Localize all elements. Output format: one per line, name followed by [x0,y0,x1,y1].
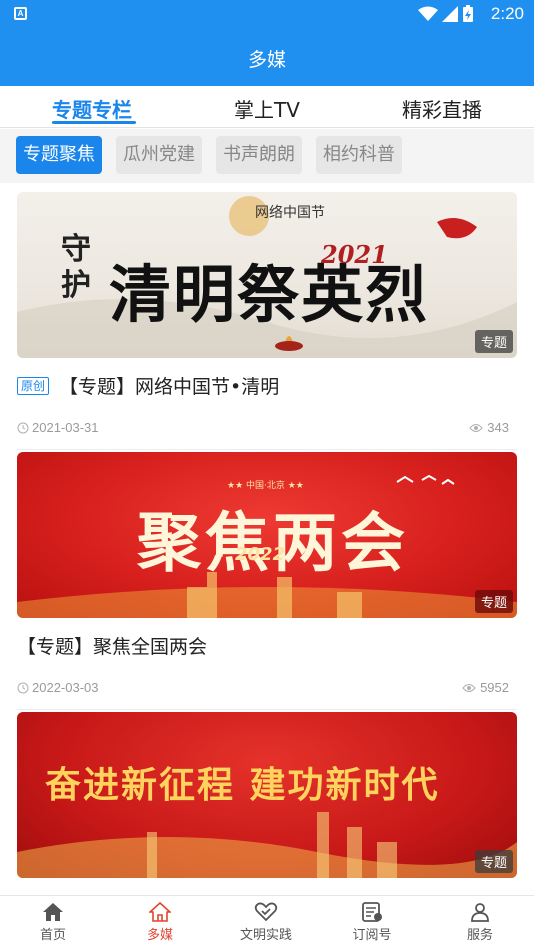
card-views: 5952 [480,680,509,695]
banner-main-text: 奋进新征程 建功新时代 [45,764,440,806]
nav-civilization-label: 文明实践 [239,928,292,943]
nav-home[interactable]: 首页 [13,902,93,943]
chip-science[interactable]: 相约科普 [316,136,402,174]
article-feed: 网络中国节 守护 清明祭英烈 2021 专题 原创 【专题】网络中国节•清明 2… [0,183,534,895]
card-banner[interactable]: 网络中国节 守护 清明祭英烈 2021 专题 [17,192,517,358]
tab-mobile-tv[interactable]: 掌上TV [234,94,300,123]
subscription-icon [362,902,382,922]
title-bar: 多媒 [0,28,534,86]
banner-subtext: ★★ 中国·北京 ★★ [227,481,304,491]
nav-civilization[interactable]: 文明实践 [226,902,306,943]
banner-year: 2022 [235,544,286,565]
card-date: 2021-03-31 [32,420,99,435]
chip-topic-focus[interactable]: 专题聚焦 [16,136,102,174]
tab-live[interactable]: 精彩直播 [402,94,482,123]
wifi-icon [418,6,438,21]
banner-logo: 网络中国节 [255,205,325,221]
nav-media-label: 多媒 [146,928,173,943]
card-banner[interactable]: ★★ 中国·北京 ★★ 聚焦两会 2022 专题 [17,452,517,618]
original-tag: 原创 [17,376,50,395]
notification-a-icon: A [14,7,27,20]
chip-party-building[interactable]: 瓜州党建 [116,136,202,174]
card-date-wrap: 2022-03-03 [17,680,99,695]
service-icon [471,903,489,922]
article-card[interactable]: 网络中国节 守护 清明祭英烈 2021 专题 原创 【专题】网络中国节•清明 2… [17,192,517,450]
category-chips: 专题聚焦 瓜州党建 书声朗朗 相约科普 [0,129,534,183]
nav-service-label: 服务 [466,928,493,943]
nav-subscription[interactable]: 订阅号 [332,902,412,943]
card-title-row: 【专题】聚焦全国两会 [17,632,207,659]
topic-badge: 专题 [474,330,513,353]
battery-icon [463,5,473,22]
heart-hands-icon [254,902,278,922]
page-title: 多媒 [247,49,286,71]
status-bar: A 2:20 [0,0,534,28]
card-title-row: 原创 【专题】网络中国节•清明 [17,372,279,399]
status-time: 2:20 [490,4,524,23]
topic-badge: 专题 [474,850,513,873]
active-tab-indicator [52,121,136,124]
card-views: 343 [487,420,509,435]
article-card[interactable]: 奋进新征程 建功新时代 专题 [17,712,517,878]
clock-icon [17,682,29,693]
nav-service[interactable]: 服务 [440,902,520,943]
card-divider [17,709,517,710]
card-date: 2022-03-03 [32,680,99,695]
nav-home-label: 首页 [39,928,66,943]
card-divider [17,449,517,450]
bottom-nav: 首页 多媒 文明实践 订阅号 服务 [0,895,534,950]
card-views-wrap: 5952 [462,680,509,695]
banner-main-text: 聚焦两会 [137,506,409,581]
top-tabs: 专题专栏 掌上TV 精彩直播 [0,86,534,128]
card-title[interactable]: 【专题】聚焦全国两会 [17,632,207,659]
media-home-icon [149,902,171,922]
home-icon [43,903,63,921]
system-icons [418,5,474,23]
eye-icon [462,683,476,692]
tab-special-columns[interactable]: 专题专栏 [52,94,132,123]
banner-side-text: 守护 [61,232,91,303]
article-card[interactable]: ★★ 中国·北京 ★★ 聚焦两会 2022 专题 【专题】聚焦全国两会 2022… [17,452,517,710]
signal-icon [442,6,458,22]
card-banner[interactable]: 奋进新征程 建功新时代 专题 [17,712,517,878]
nav-media[interactable]: 多媒 [120,902,200,943]
card-date-wrap: 2021-03-31 [17,420,99,435]
clock-icon [17,422,29,433]
eye-icon [469,423,483,432]
chip-reading[interactable]: 书声朗朗 [216,136,302,174]
nav-subscription-label: 订阅号 [352,928,392,943]
card-views-wrap: 343 [469,420,509,435]
app-root: A 2:20 多媒 专题专栏 掌上TV 精彩直播 专题聚焦 瓜州党建 书声朗朗 … [0,0,534,950]
card-title[interactable]: 【专题】网络中国节•清明 [59,372,279,399]
banner-year: 2021 [321,240,388,269]
topic-badge: 专题 [474,590,513,613]
